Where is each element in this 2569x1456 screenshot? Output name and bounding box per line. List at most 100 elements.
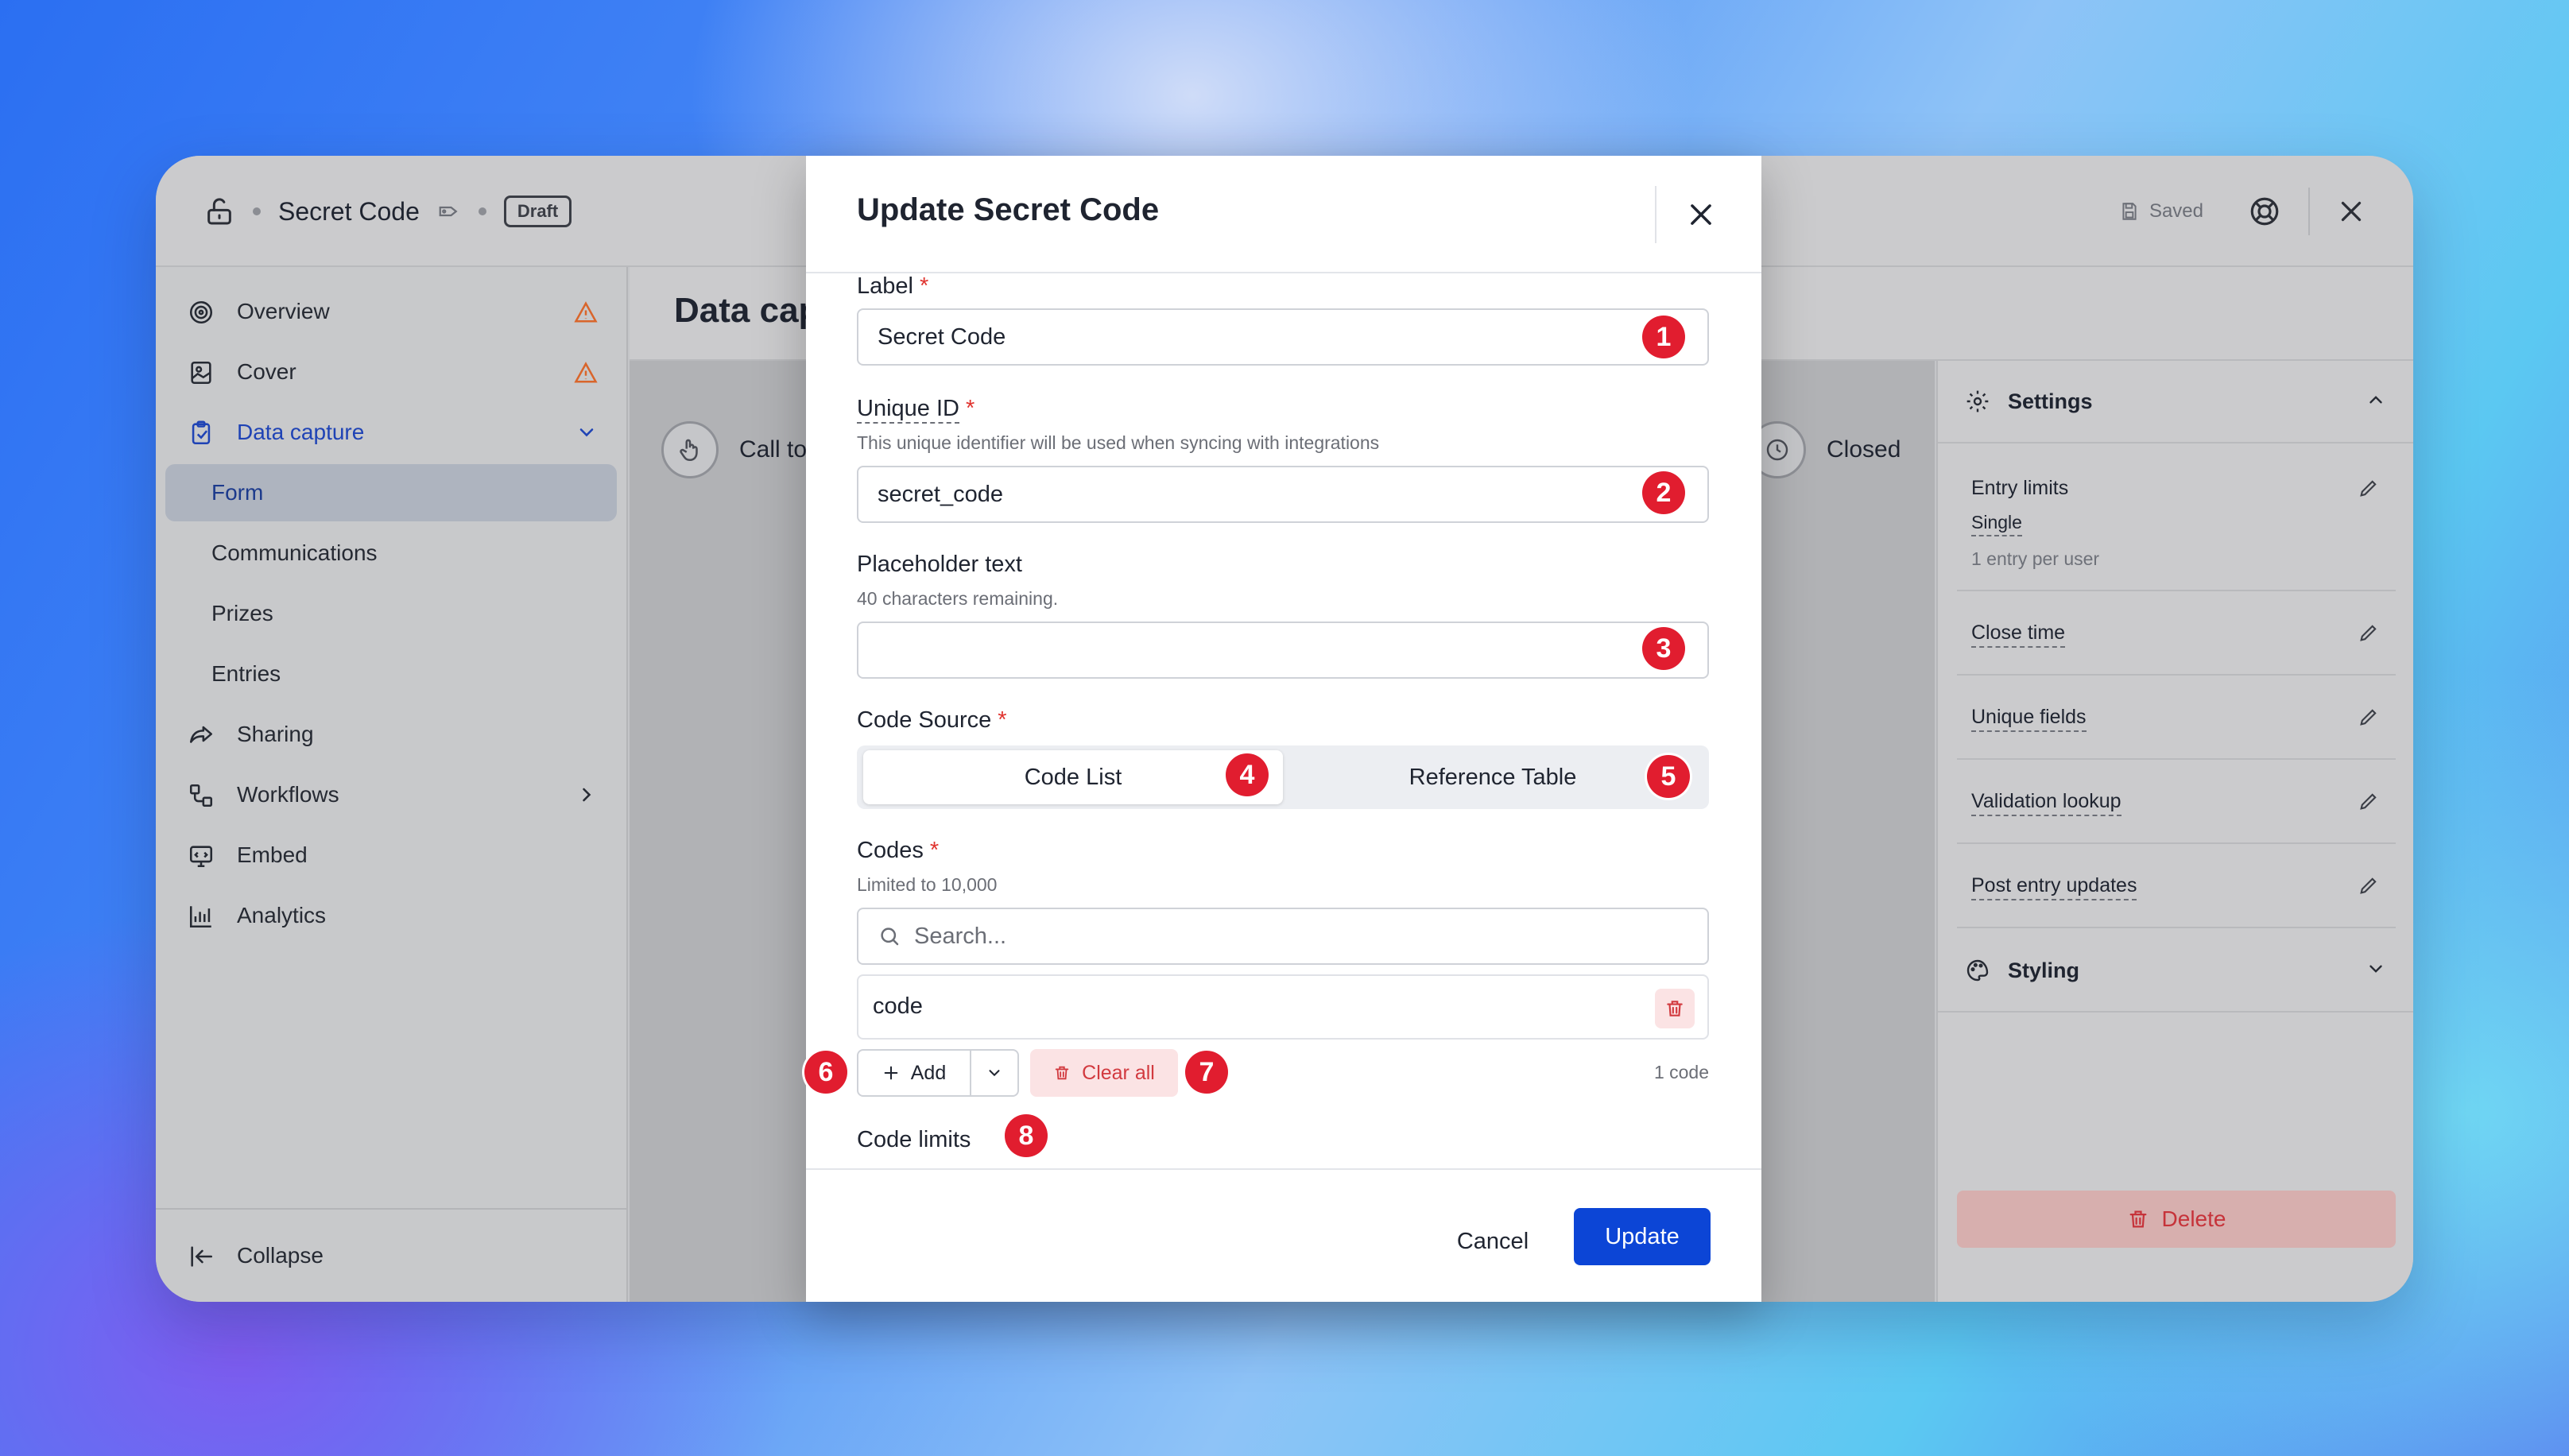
warning-icon: [574, 300, 598, 330]
sidebar-item-entries[interactable]: Entries: [165, 645, 617, 703]
delete-button[interactable]: Delete: [1957, 1191, 2396, 1248]
callout-marker-6: 6: [804, 1051, 847, 1094]
pointer-icon: [661, 421, 719, 478]
label-input-value: Secret Code: [878, 323, 1006, 350]
search-icon: [878, 924, 901, 948]
code-source-label: Code Source *: [857, 707, 1007, 733]
sidebar-item-label: Entries: [211, 661, 281, 686]
save-icon: [2119, 201, 2140, 222]
search-placeholder: Search...: [914, 923, 1007, 949]
codes-search-input[interactable]: Search...: [857, 908, 1709, 965]
callout-marker-8: 8: [1005, 1114, 1048, 1157]
pencil-icon[interactable]: [2358, 706, 2380, 732]
post-entry-updates-row[interactable]: Post entry updates: [1957, 846, 2396, 928]
sidebar-item-data-capture[interactable]: Data capture: [165, 404, 617, 461]
code-source-segmented-control: Code List Reference Table: [857, 745, 1709, 809]
placeholder-text-input[interactable]: [857, 622, 1709, 679]
sidebar-item-label: Data capture: [237, 420, 365, 444]
label-field-label: Label *: [857, 273, 929, 299]
post-entry-updates-label: Post entry updates: [1971, 874, 2137, 900]
unique-id-input[interactable]: secret_code: [857, 466, 1709, 523]
sidebar-item-prizes[interactable]: Prizes: [165, 585, 617, 642]
clipboard-icon: [188, 420, 215, 447]
settings-section-header[interactable]: Settings: [1938, 361, 2413, 443]
entry-limits-label: Entry limits: [1971, 477, 2069, 499]
update-modal: Update Secret Code Label * Secret Code 1 …: [804, 156, 1761, 1302]
collapse-button[interactable]: Collapse: [165, 1227, 617, 1284]
flow-node-label: Call to: [739, 436, 808, 463]
gear-icon: [1965, 389, 1990, 414]
callout-marker-2: 2: [1642, 471, 1685, 514]
sidebar-item-sharing[interactable]: Sharing: [165, 706, 617, 763]
add-code-button[interactable]: Add: [857, 1049, 971, 1097]
trash-icon: [1053, 1064, 1071, 1082]
unlock-icon: [203, 196, 235, 227]
codes-label: Codes *: [857, 838, 940, 863]
update-button[interactable]: Update: [1574, 1208, 1711, 1265]
status-badge: Draft: [503, 196, 572, 227]
pencil-icon[interactable]: [2358, 622, 2380, 648]
add-options-dropdown[interactable]: [970, 1049, 1019, 1097]
unique-fields-row[interactable]: Unique fields: [1957, 677, 2396, 760]
callout-marker-5: 5: [1647, 755, 1690, 798]
chevron-right-icon: [575, 784, 598, 811]
sidebar-item-overview[interactable]: Overview: [165, 283, 617, 340]
sidebar-item-form[interactable]: Form: [165, 464, 617, 521]
pencil-icon[interactable]: [2358, 790, 2380, 816]
section-title: Data cap: [674, 291, 820, 330]
entry-limits-desc: 1 entry per user: [1971, 548, 2100, 569]
flow-node-call-to-action[interactable]: Call to: [661, 421, 807, 478]
placeholder-text-hint: 40 characters remaining.: [857, 588, 1059, 609]
sidebar-item-communications[interactable]: Communications: [165, 525, 617, 582]
unique-id-hint: This unique identifier will be used when…: [857, 432, 1380, 453]
flow-node-label: Closed: [1827, 436, 1901, 463]
chart-icon: [188, 903, 215, 930]
flow-node-closed[interactable]: Closed: [1749, 421, 1901, 478]
pencil-icon[interactable]: [2358, 477, 2380, 503]
styling-section-header[interactable]: Styling: [1938, 930, 2413, 1013]
unique-id-value: secret_code: [878, 481, 1003, 507]
cancel-button[interactable]: Cancel: [1439, 1213, 1547, 1270]
validation-lookup-row[interactable]: Validation lookup: [1957, 761, 2396, 844]
sidebar-item-label: Embed: [237, 842, 308, 867]
pencil-icon[interactable]: [2358, 874, 2380, 900]
code-list-item: code: [857, 974, 1709, 1040]
segment-code-list[interactable]: Code List: [863, 750, 1283, 804]
sidebar-item-analytics[interactable]: Analytics: [165, 887, 617, 944]
segment-reference-table[interactable]: Reference Table: [1283, 750, 1703, 804]
clear-all-label: Clear all: [1082, 1061, 1155, 1084]
tag-icon[interactable]: [437, 199, 461, 223]
placeholder-text-label: Placeholder text: [857, 552, 1022, 577]
sidebar-item-label: Prizes: [211, 601, 273, 625]
unique-id-label: Unique ID *: [857, 396, 975, 424]
sidebar-item-label: Overview: [237, 299, 330, 323]
workflow-icon: [188, 782, 215, 809]
sidebar-item-workflows[interactable]: Workflows: [165, 766, 617, 823]
collapse-bar: Collapse: [156, 1208, 626, 1302]
clear-all-button[interactable]: Clear all: [1030, 1049, 1178, 1097]
sidebar-item-label: Workflows: [237, 782, 339, 807]
delete-label: Delete: [2161, 1206, 2226, 1231]
add-label: Add: [910, 1061, 947, 1084]
help-lifebuoy-icon[interactable]: [2248, 195, 2281, 228]
codes-hint: Limited to 10,000: [857, 874, 998, 895]
close-time-label: Close time: [1971, 622, 2066, 648]
callout-marker-3: 3: [1642, 627, 1685, 670]
callout-marker-7: 7: [1185, 1051, 1228, 1094]
collapse-label: Collapse: [237, 1243, 324, 1268]
settings-panel: Settings Entry limits Single 1 entry per…: [1936, 361, 2413, 1302]
trash-icon: [2127, 1208, 2149, 1230]
code-limits-label: Code limits: [857, 1127, 971, 1152]
close-window-icon[interactable]: [2337, 197, 2366, 226]
close-time-row[interactable]: Close time: [1957, 593, 2396, 676]
entry-limits-row[interactable]: Entry limits Single 1 entry per user: [1957, 445, 2396, 591]
remove-code-button[interactable]: [1655, 989, 1695, 1028]
label-input[interactable]: Secret Code: [857, 308, 1709, 366]
code-count: 1 code: [1653, 1062, 1709, 1082]
close-icon[interactable]: [1680, 194, 1722, 235]
sidebar-item-cover[interactable]: Cover: [165, 343, 617, 401]
sidebar-item-label: Sharing: [237, 722, 314, 746]
sidebar-item-label: Communications: [211, 540, 378, 565]
sidebar-item-embed[interactable]: Embed: [165, 827, 617, 884]
callout-marker-4: 4: [1226, 753, 1269, 796]
